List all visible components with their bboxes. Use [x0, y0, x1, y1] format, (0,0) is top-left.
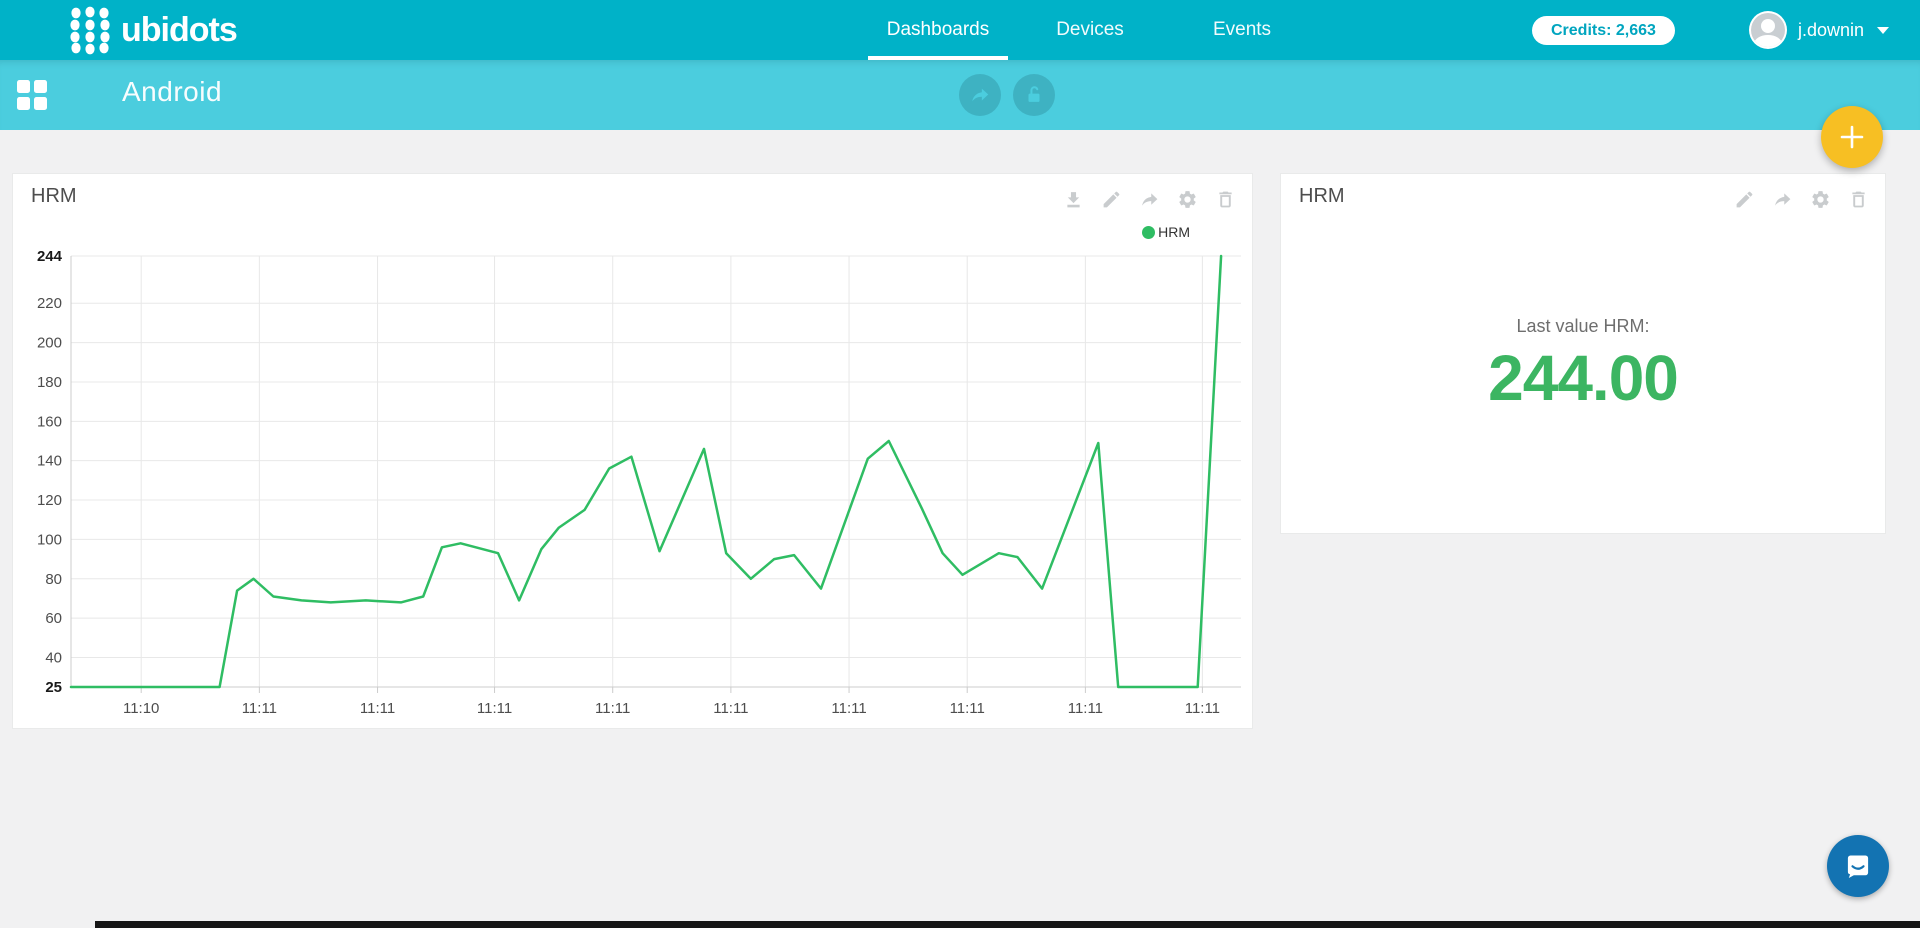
avatar-silhouette [1751, 13, 1785, 47]
settings-icon[interactable] [1177, 189, 1198, 210]
edit-icon[interactable] [1101, 189, 1122, 210]
hrm-line-chart[interactable]: 244 220 200 180 160 140 120 100 80 60 40 25 11:10 11:… [13, 174, 1252, 728]
widget-title: HRM [1299, 185, 1345, 208]
avatar [1749, 11, 1787, 49]
svg-text:11:11: 11:11 [242, 700, 277, 717]
download-icon[interactable] [1063, 189, 1084, 210]
svg-text:244: 244 [37, 248, 63, 265]
chart-legend[interactable]: HRM [1142, 224, 1190, 240]
plus-icon [1838, 123, 1866, 151]
hrm-chart-widget: HRM 244 220 200 180 160 140 120 100 80 60 40 25 11:1… [12, 173, 1253, 729]
tab-events[interactable]: Events [1166, 0, 1318, 60]
user-name: j.downin [1798, 20, 1864, 41]
svg-text:100: 100 [37, 531, 62, 548]
share-icon [969, 84, 991, 106]
settings-icon[interactable] [1810, 189, 1831, 210]
svg-text:11:11: 11:11 [831, 700, 866, 717]
chat-icon [1841, 849, 1875, 883]
share-icon[interactable] [1772, 189, 1793, 210]
legend-label: HRM [1158, 224, 1190, 240]
svg-text:11:11: 11:11 [1068, 700, 1103, 717]
add-widget-button[interactable] [1821, 106, 1883, 168]
svg-text:220: 220 [37, 295, 62, 312]
tab-dashboards[interactable]: Dashboards [862, 0, 1014, 60]
svg-text:25: 25 [45, 679, 62, 696]
legend-dot-icon [1142, 226, 1155, 239]
svg-text:11:11: 11:11 [595, 700, 630, 717]
delete-icon[interactable] [1215, 189, 1236, 210]
unlock-icon [1023, 84, 1045, 106]
share-icon[interactable] [1139, 189, 1160, 210]
ubidots-logo-icon [68, 5, 112, 55]
svg-text:120: 120 [37, 492, 62, 509]
edit-icon[interactable] [1734, 189, 1755, 210]
credits-badge[interactable]: Credits: 2,663 [1532, 16, 1675, 45]
svg-text:140: 140 [37, 453, 62, 470]
lock-dashboard-button[interactable] [1013, 74, 1055, 116]
hrm-last-value-widget: HRM Last value HRM: 244.00 [1280, 173, 1886, 534]
svg-text:200: 200 [37, 335, 62, 352]
brand-name: ubidots [121, 6, 237, 54]
widget-title: HRM [31, 185, 77, 208]
main-nav: Dashboards Devices Events [862, 0, 1318, 60]
chart-canvas[interactable]: 244 220 200 180 160 140 120 100 80 60 40 25 11:10 11:… [13, 174, 1252, 728]
svg-text:11:11: 11:11 [1185, 700, 1220, 717]
dashboard-header-bar: Android [0, 60, 1920, 130]
tab-devices[interactable]: Devices [1014, 0, 1166, 60]
last-value-label: Last value HRM: [1281, 316, 1885, 337]
widget-toolbar [1063, 189, 1236, 210]
svg-text:180: 180 [37, 374, 62, 391]
svg-text:40: 40 [45, 649, 62, 666]
svg-text:11:11: 11:11 [713, 700, 748, 717]
share-dashboard-button[interactable] [959, 74, 1001, 116]
top-navigation-bar: ubidots Dashboards Devices Events Credit… [0, 0, 1920, 60]
svg-text:11:10: 11:10 [123, 700, 159, 717]
ubidots-logo[interactable]: ubidots [68, 6, 237, 54]
intercom-chat-button[interactable] [1827, 835, 1889, 897]
dashboards-grid-icon[interactable] [17, 80, 47, 110]
svg-text:60: 60 [45, 610, 62, 627]
svg-text:80: 80 [45, 571, 62, 588]
svg-text:11:11: 11:11 [950, 700, 985, 717]
svg-text:11:11: 11:11 [477, 700, 512, 717]
svg-text:11:11: 11:11 [360, 700, 395, 717]
widget-toolbar [1734, 189, 1869, 210]
delete-icon[interactable] [1848, 189, 1869, 210]
active-tab-underline [868, 56, 1008, 60]
bottom-edge-bar [95, 921, 1920, 928]
chevron-down-icon [1877, 27, 1889, 34]
last-value-number: 244.00 [1281, 342, 1885, 414]
dashboard-actions [959, 74, 1055, 116]
dashboard-title: Android [122, 76, 222, 108]
svg-text:160: 160 [37, 413, 62, 430]
user-menu[interactable]: j.downin [1749, 0, 1889, 60]
